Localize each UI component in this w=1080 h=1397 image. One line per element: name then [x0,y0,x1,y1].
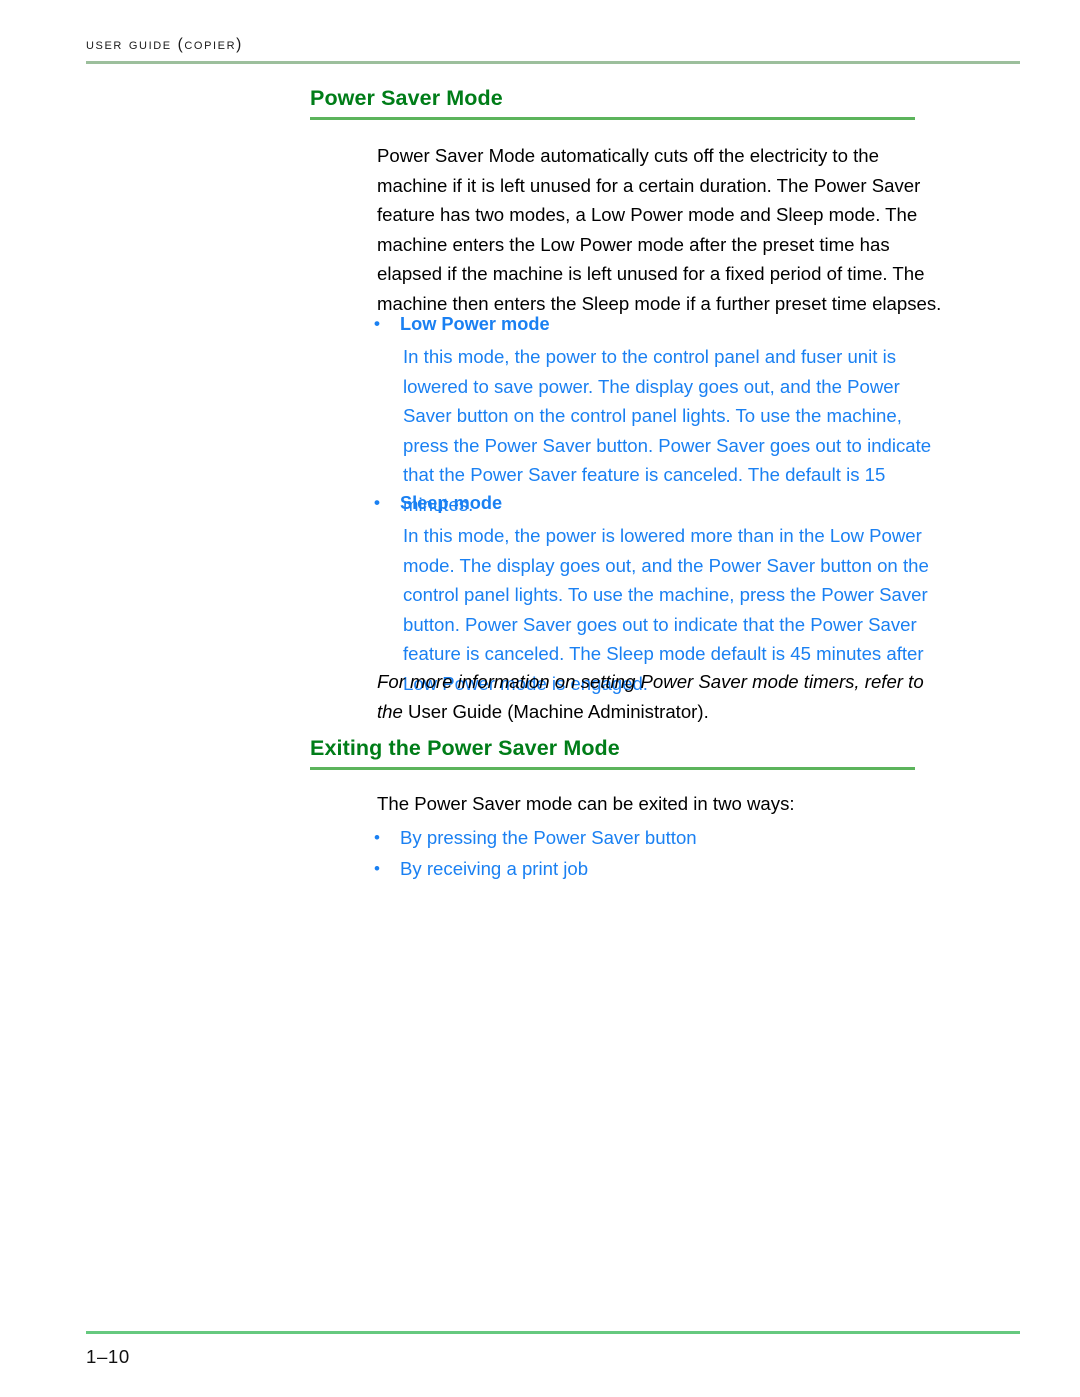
bullet-icon: • [374,828,380,847]
list-item: • By receiving a print job [374,853,940,884]
exiting-methods-list: • By pressing the Power Saver button • B… [374,822,940,884]
section-heading-power-saver-mode: Power Saver Mode [310,86,915,120]
page-title: Power Saver Mode [310,86,503,110]
mode-title-low-power: Low Power mode [400,314,550,334]
bullet-icon: • [374,859,380,878]
mode-title-row: • Sleep mode [374,490,946,516]
running-header: User Guide (Copier) [86,36,1020,64]
list-item-label: By receiving a print job [400,858,589,879]
cross-reference-note: For more information on setting Power Sa… [377,667,947,726]
bullet-icon: • [374,314,380,333]
mode-title-sleep: Sleep mode [400,493,503,513]
intro-paragraph: Power Saver Mode automatically cuts off … [377,145,942,314]
note-roman-text: User Guide (Machine Administrator). [402,700,709,722]
running-header-title: User Guide (Copier) [86,36,243,53]
list-item: • By pressing the Power Saver button [374,822,940,853]
section-heading-exiting-power-saver-mode: Exiting the Power Saver Mode [310,736,915,770]
footer-rule [86,1331,1020,1334]
page-footer: 1–10 [86,1331,1020,1368]
page-number: 1–10 [86,1346,130,1367]
list-item-label: By pressing the Power Saver button [400,827,697,848]
running-header-rule [86,61,1020,64]
bullet-icon: • [374,493,380,512]
section-heading-rule [310,117,915,120]
document-page: User Guide (Copier) Power Saver Mode Pow… [0,0,1080,1397]
mode-title-row: • Low Power mode [374,311,946,337]
exiting-intro-paragraph: The Power Saver mode can be exited in tw… [377,793,795,814]
mode-block-low-power: • Low Power mode In this mode, the power… [374,311,946,520]
section-title-exiting: Exiting the Power Saver Mode [310,736,620,760]
section-heading-rule [310,767,915,770]
